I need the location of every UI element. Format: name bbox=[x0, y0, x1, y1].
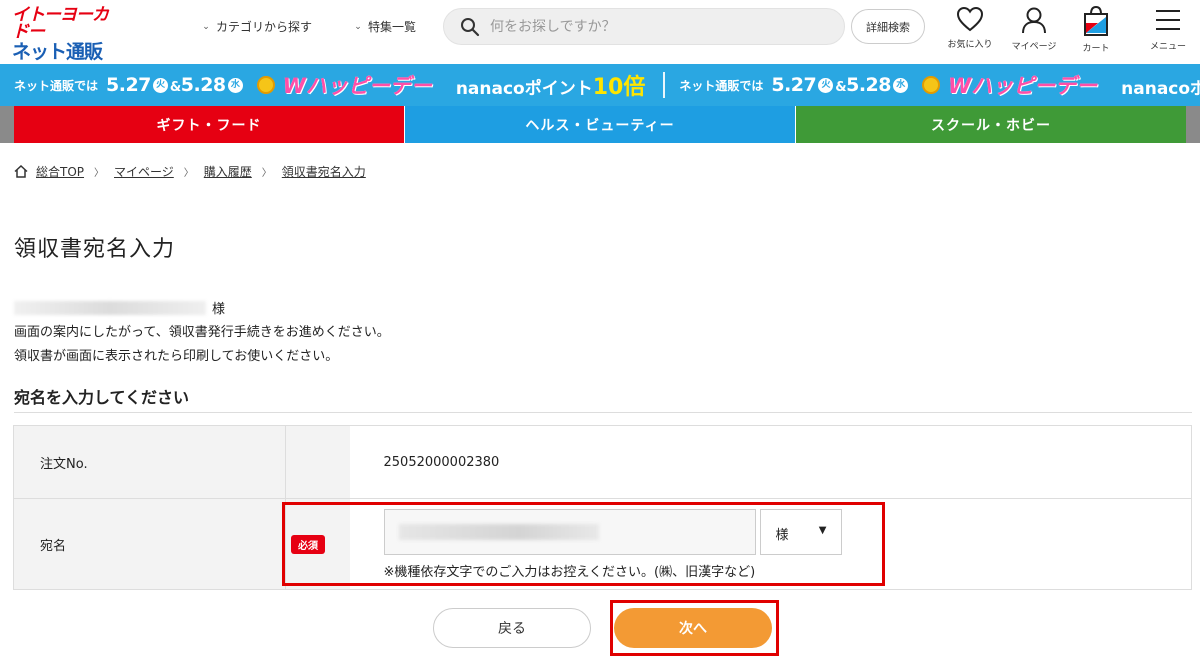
order-number-label: 注文No. bbox=[13, 425, 286, 499]
breadcrumb-current[interactable]: 領収書宛名入力 bbox=[282, 163, 366, 180]
addressee-label: 宛名 bbox=[13, 498, 286, 590]
banner-happy-day: Wハッピーデー bbox=[947, 74, 1098, 98]
required-cell bbox=[285, 425, 350, 499]
section-divider bbox=[14, 412, 1192, 413]
order-number-value: 25052000002380 bbox=[383, 454, 500, 470]
nav-features-label: 特集一覧 bbox=[368, 20, 417, 34]
chevron-right-icon: 〉 bbox=[183, 168, 194, 179]
category-bar-edge bbox=[0, 106, 14, 143]
banner-lead: ネット通販では bbox=[14, 78, 99, 93]
banner-happy-day: Wハッピーデー bbox=[282, 74, 432, 98]
hamburger-menu-icon bbox=[1156, 10, 1180, 30]
next-button[interactable]: 次へ bbox=[614, 608, 772, 648]
cart-button[interactable]: カート bbox=[1068, 6, 1124, 54]
greeting-suffix: 様 bbox=[212, 302, 226, 317]
redacted-customer-name bbox=[14, 300, 206, 315]
menu-button[interactable]: メニュー bbox=[1140, 6, 1196, 52]
heart-icon bbox=[956, 6, 984, 32]
logo-line1: イトーヨーカドー bbox=[12, 5, 109, 42]
nav-category-label: カテゴリから探す bbox=[216, 20, 313, 34]
category-bar: ギフト・フード ヘルス・ビューティー スクール・ホビー bbox=[0, 106, 1200, 143]
order-number-cell: 25052000002380 bbox=[349, 425, 1192, 499]
chevron-down-icon: ⌄ bbox=[202, 21, 210, 32]
category-health-beauty[interactable]: ヘルス・ビューティー bbox=[405, 106, 796, 143]
breadcrumb-history[interactable]: 購入履歴 bbox=[204, 163, 252, 180]
chevron-right-icon: 〉 bbox=[94, 168, 105, 179]
nav-features[interactable]: ⌄ 特集一覧 bbox=[352, 18, 416, 35]
coin-icon bbox=[921, 76, 940, 94]
campaign-banner[interactable]: ネット通販では 5.27 火 &5.28 水 Wハッピーデー nanacoポイント10… bbox=[0, 64, 1200, 106]
cart-label: カート bbox=[1082, 44, 1110, 54]
breadcrumb: 総合TOP 〉 マイページ 〉 購入履歴 〉 領収書宛名入力 bbox=[14, 163, 366, 180]
banner-date: 5.27 火 &5.28 水 bbox=[771, 74, 910, 96]
banner-segment: ネット通販では 5.27火&5.28水 Wハッピーデー nanacoポイント10… bbox=[0, 64, 666, 106]
favorites-button[interactable]: お気に入り bbox=[942, 6, 998, 50]
banner-date: 5.27 火 &5.28 水 bbox=[106, 74, 245, 96]
logo-line2: ネット通販 bbox=[12, 41, 103, 63]
mypage-label: マイページ bbox=[1011, 42, 1057, 52]
banner-divider bbox=[663, 72, 666, 98]
breadcrumb-mypage[interactable]: マイページ bbox=[114, 163, 174, 180]
section-title: 宛名を入力してください bbox=[14, 388, 190, 407]
highlight-box-addressee bbox=[282, 502, 885, 586]
chevron-down-icon: ⌄ bbox=[354, 21, 362, 32]
shopping-bag-icon bbox=[1084, 6, 1108, 36]
category-gift-food[interactable]: ギフト・フード bbox=[14, 106, 405, 143]
back-button[interactable]: 戻る bbox=[433, 608, 591, 648]
banner-segment: ネット通販では 5.27火&5.28水 Wハッピーデー nanacoポイント10… bbox=[665, 64, 1200, 106]
user-icon bbox=[1022, 7, 1046, 34]
search-icon bbox=[461, 17, 480, 36]
instruction-text: 画面の案内にしたがって、領収書発行手続きをお進めください。 bbox=[14, 325, 390, 340]
instruction-text: 領収書が画面に表示されたら印刷してお使いください。 bbox=[14, 349, 339, 364]
table-row: 注文No. 25052000002380 bbox=[13, 425, 1192, 499]
search-bar bbox=[443, 8, 845, 45]
category-school-hobby[interactable]: スクール・ホビー bbox=[796, 106, 1186, 143]
banner-nanaco: nanacoポイント10倍 bbox=[455, 75, 646, 100]
chevron-right-icon: 〉 bbox=[261, 168, 272, 179]
banner-lead: ネット通販では bbox=[679, 78, 764, 93]
nav-category[interactable]: ⌄ カテゴリから探す bbox=[200, 18, 312, 35]
home-icon bbox=[14, 165, 28, 178]
menu-label: メニュー bbox=[1149, 42, 1186, 52]
site-logo[interactable]: イトーヨーカドー ネット通販 bbox=[12, 7, 112, 62]
site-header: イトーヨーカドー ネット通販 ⌄ カテゴリから探す ⌄ 特集一覧 詳細検索 お気… bbox=[0, 0, 1200, 64]
banner-nanaco: nanacoポイント10倍 bbox=[1121, 79, 1200, 99]
breadcrumb-top[interactable]: 総合TOP bbox=[36, 163, 84, 180]
coin-icon bbox=[256, 76, 275, 94]
search-input[interactable] bbox=[490, 18, 810, 35]
customer-greeting: 様 bbox=[14, 298, 225, 317]
category-bar-edge bbox=[1186, 106, 1200, 143]
page-title: 領収書宛名入力 bbox=[14, 237, 176, 262]
favorites-label: お気に入り bbox=[947, 40, 993, 50]
advanced-search-button[interactable]: 詳細検索 bbox=[851, 9, 925, 44]
mypage-button[interactable]: マイページ bbox=[1006, 6, 1062, 52]
